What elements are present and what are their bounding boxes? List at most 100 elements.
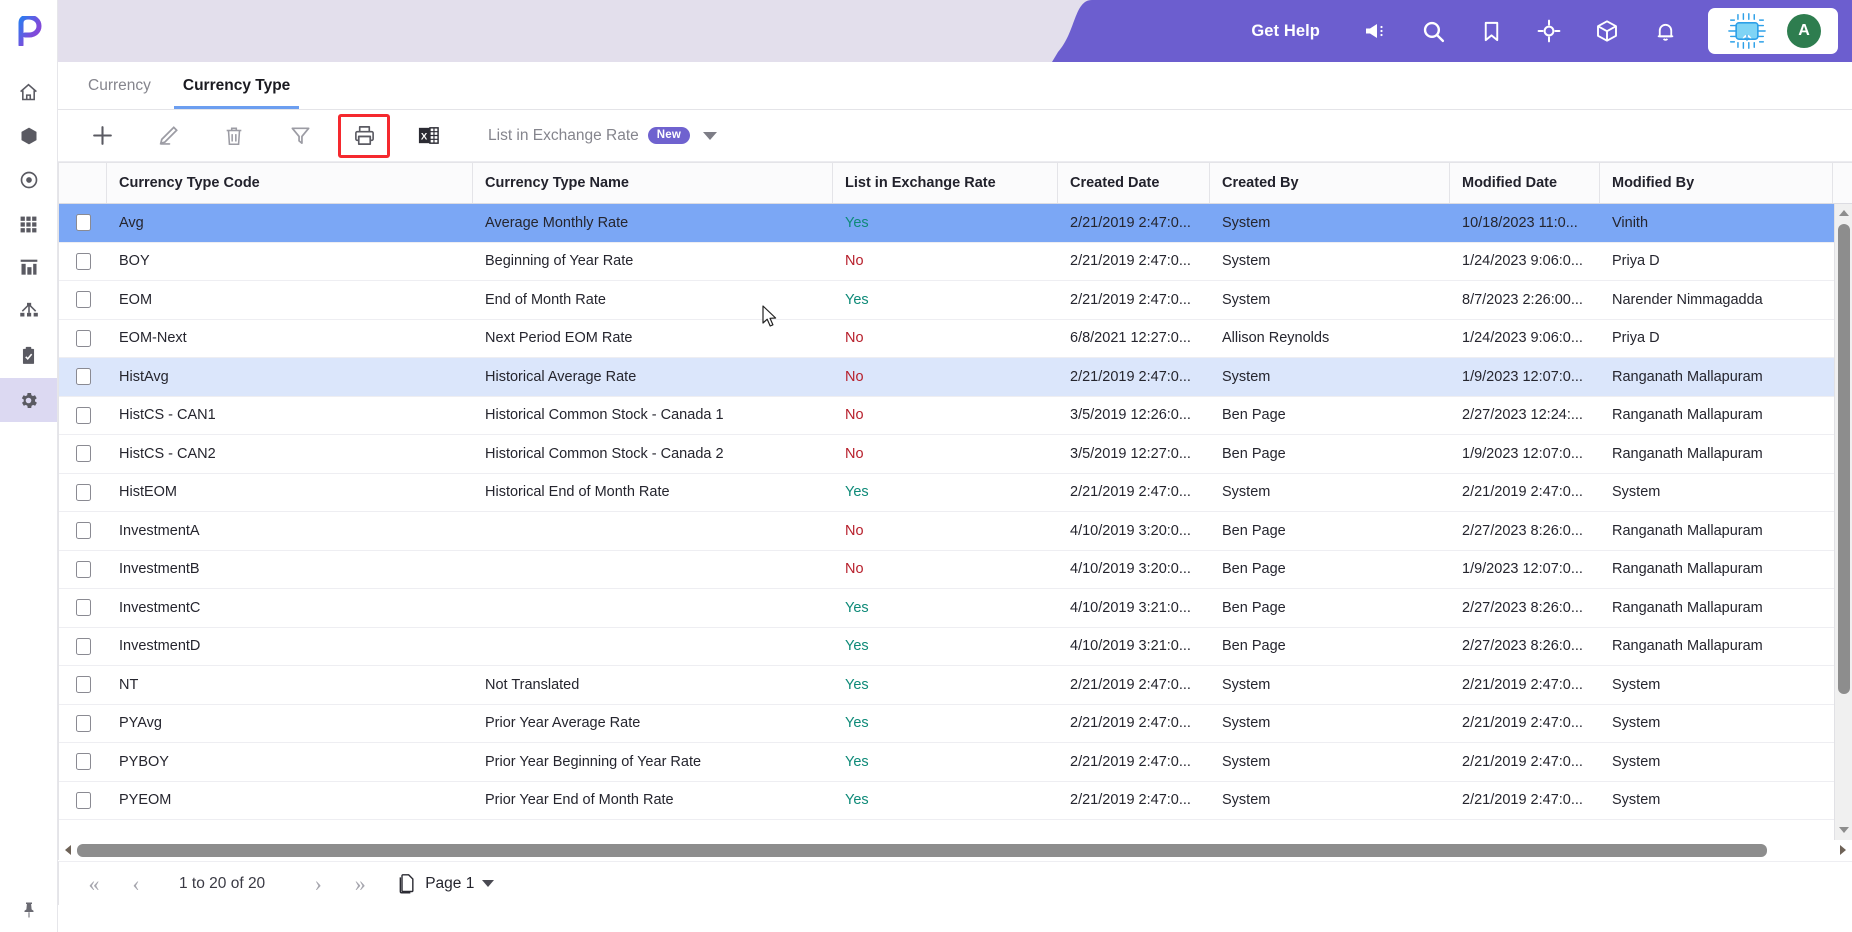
column-header-modified-by[interactable]: Modified By [1600,163,1833,203]
table-row[interactable]: Avg Average Monthly Rate Yes 2/21/2019 2:47… [59,204,1834,243]
app-logo[interactable] [0,0,57,62]
row-checkbox[interactable] [75,753,91,771]
prev-page-button[interactable]: ‹ [115,865,157,903]
sidebar-item-apps[interactable] [0,202,57,246]
scroll-left-arrow[interactable] [59,840,77,860]
row-checkbox-cell[interactable] [59,753,107,771]
row-checkbox[interactable] [75,445,91,463]
tab-currency-type[interactable]: Currency Type [167,63,306,109]
scroll-down-arrow[interactable] [1835,821,1852,838]
row-checkbox[interactable] [75,714,91,732]
row-checkbox[interactable] [75,522,91,540]
get-help-link[interactable]: Get Help [1251,22,1320,41]
table-row[interactable]: PYEOM Prior Year End of Month Rate Yes 2/21… [59,782,1834,820]
row-checkbox-cell[interactable] [59,252,107,270]
row-checkbox[interactable] [75,560,91,578]
table-row[interactable]: EOM-Next Next Period EOM Rate No 6/8/2021 1… [59,320,1834,358]
horizontal-scroll-thumb[interactable] [77,843,1767,857]
row-checkbox[interactable] [75,329,91,347]
chevron-down-icon[interactable] [482,880,495,887]
table-row[interactable]: InvestmentC Yes 4/10/2019 3:21:0... Ben Pag… [59,589,1834,628]
table-row[interactable]: PYAvg Prior Year Average Rate Yes 2/21/2019… [59,705,1834,743]
column-header-currency-type-code[interactable]: Currency Type Code [107,163,473,203]
row-checkbox-cell[interactable] [59,522,107,540]
sidebar-item-reports[interactable] [0,246,57,290]
table-row[interactable]: InvestmentA No 4/10/2019 3:20:0... Ben Page… [59,512,1834,551]
next-page-button[interactable]: › [297,865,339,903]
sidebar-item-settings[interactable] [0,378,57,422]
column-header-created-by[interactable]: Created By [1210,163,1450,203]
edit-button[interactable] [140,116,196,156]
print-button[interactable] [338,113,390,158]
table-row[interactable]: HistAvg Historical Average Rate No 2/21/201… [59,358,1834,397]
row-checkbox[interactable] [75,406,91,424]
row-checkbox[interactable] [75,252,91,270]
table-row[interactable]: InvestmentB No 4/10/2019 3:20:0... Ben Page… [59,551,1834,589]
row-checkbox-cell[interactable] [59,637,107,655]
table-row[interactable]: PYBOY Prior Year Beginning of Year Rate Ye… [59,743,1834,782]
last-page-button[interactable]: » [339,865,381,903]
row-checkbox-cell[interactable] [59,368,107,386]
row-checkbox[interactable] [75,214,91,232]
select-all-header[interactable] [59,163,107,203]
scroll-right-arrow[interactable] [1834,840,1852,860]
row-checkbox-cell[interactable] [59,676,107,694]
view-selector[interactable]: List in Exchange Rate New [488,127,718,145]
chevron-down-icon[interactable] [703,131,718,140]
scroll-up-arrow[interactable] [1835,204,1852,221]
pin-icon[interactable] [0,900,58,920]
first-page-button[interactable]: « [73,865,115,903]
row-checkbox-cell[interactable] [59,560,107,578]
table-row[interactable]: EOM End of Month Rate Yes 2/21/2019 2:47:0.… [59,281,1834,320]
vertical-scrollbar[interactable] [1834,204,1852,840]
row-checkbox[interactable] [75,291,91,309]
sidebar-item-tasks[interactable] [0,334,57,378]
row-checkbox[interactable] [75,599,91,617]
filter-button[interactable] [272,116,328,156]
table-row[interactable]: NT Not Translated Yes 2/21/2019 2:47:0... Sy… [59,666,1834,705]
row-checkbox[interactable] [75,637,91,655]
vertical-scroll-thumb[interactable] [1838,224,1850,694]
sidebar-item-home[interactable] [0,70,57,114]
add-button[interactable] [74,116,130,156]
ai-assistant-chip[interactable]: A [1708,8,1838,54]
table-row[interactable]: HistCS - CAN2 Historical Common Stock - C… [59,435,1834,474]
export-excel-button[interactable]: X [400,116,456,156]
delete-button[interactable] [206,116,262,156]
avatar[interactable]: A [1787,14,1821,48]
column-header-modified-date[interactable]: Modified Date [1450,163,1600,203]
table-row[interactable]: BOY Beginning of Year Rate No 2/21/2019 2:4… [59,243,1834,281]
row-checkbox[interactable] [75,676,91,694]
search-icon[interactable] [1404,0,1462,62]
page-selector[interactable]: Page 1 [397,873,495,895]
bookmark-icon[interactable] [1462,0,1520,62]
target-crosshair-icon[interactable] [1520,0,1578,62]
horizontal-scroll-track[interactable] [77,843,1834,857]
column-header-created-date[interactable]: Created Date [1058,163,1210,203]
row-checkbox-cell[interactable] [59,445,107,463]
tab-currency[interactable]: Currency [72,63,167,109]
package-icon[interactable] [1578,0,1636,62]
sidebar-item-cube[interactable] [0,114,57,158]
row-checkbox-cell[interactable] [59,714,107,732]
row-checkbox-cell[interactable] [59,406,107,424]
table-row[interactable]: HistEOM Historical End of Month Rate Yes 2/… [59,474,1834,512]
column-header-list-in-exchange-rate[interactable]: List in Exchange Rate [833,163,1058,203]
row-checkbox-cell[interactable] [59,214,107,232]
table-row[interactable]: HistCS - CAN1 Historical Common Stock - C… [59,397,1834,435]
table-row[interactable]: InvestmentD Yes 4/10/2019 3:21:0... Ben Pag… [59,628,1834,666]
bell-icon[interactable] [1636,0,1694,62]
row-checkbox-cell[interactable] [59,291,107,309]
sidebar-item-target[interactable] [0,158,57,202]
row-checkbox[interactable] [75,791,91,809]
row-checkbox[interactable] [75,368,91,386]
row-checkbox[interactable] [75,483,91,501]
row-checkbox-cell[interactable] [59,599,107,617]
column-header-currency-type-name[interactable]: Currency Type Name [473,163,833,203]
horizontal-scrollbar[interactable] [58,840,1852,860]
announcement-icon[interactable] [1346,0,1404,62]
row-checkbox-cell[interactable] [59,791,107,809]
row-checkbox-cell[interactable] [59,329,107,347]
sidebar-item-hierarchy[interactable] [0,290,57,334]
row-checkbox-cell[interactable] [59,483,107,501]
